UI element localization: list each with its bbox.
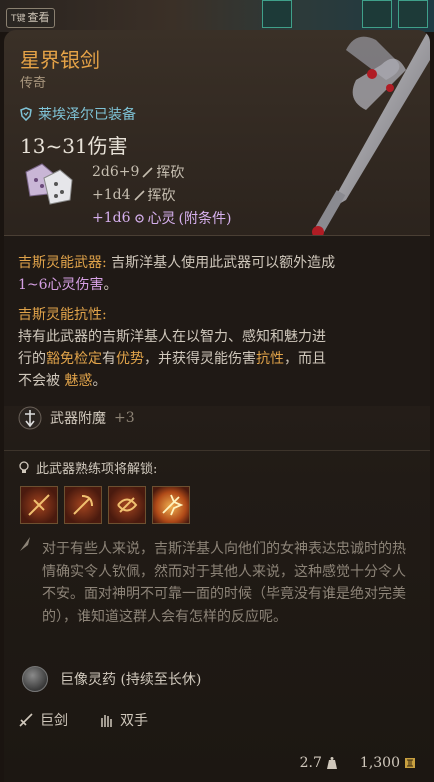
- weapon-properties: 巨剑 双手: [18, 710, 148, 730]
- passive-psionic-resistance: 吉斯灵能抗性: 持有此武器的吉斯洋基人在以智力、感知和魅力进 行的豁免检定有优势…: [18, 307, 326, 389]
- two-handed-icon: [101, 715, 112, 727]
- weapon-action-slot[interactable]: [108, 486, 146, 524]
- weapon-action-icon: [162, 494, 184, 516]
- damage-row-psychic: +1d6 心灵 (附条件): [92, 210, 232, 227]
- weapon-action-icon: [73, 495, 93, 515]
- item-rarity: 传奇: [20, 76, 47, 91]
- item-name: 星界银剑: [20, 48, 100, 72]
- weapon-enchantment: 武器附魔 +3: [18, 406, 135, 430]
- weight-icon: [326, 757, 337, 769]
- hud-slot[interactable]: [362, 0, 392, 28]
- lightbulb-icon: [19, 460, 29, 473]
- damage-row: 2d6+9 挥砍: [92, 164, 185, 181]
- item-footer: 2.7 1,300: [300, 755, 416, 771]
- item-value: 1,300: [359, 755, 400, 771]
- greatsword-icon: [19, 713, 33, 727]
- damage-row: +1d4 挥砍: [92, 187, 176, 204]
- weapon-action-slot[interactable]: [152, 486, 190, 524]
- weapon-action-slot[interactable]: [64, 486, 102, 524]
- weapon-type: 巨剑: [40, 713, 68, 729]
- slashing-icon: [133, 189, 145, 201]
- item-lore: 对于有些人来说，吉斯洋基人向他们的女神表达忠诚时的热情确实令人钦佩，然而对于其他…: [42, 541, 406, 625]
- applied-potion: 巨像灵药 (持续至长休): [22, 666, 201, 692]
- item-weight: 2.7: [299, 755, 322, 771]
- dice-icon: [25, 163, 73, 205]
- gold-coin-icon: [405, 758, 415, 768]
- weapon-action-icon: [117, 497, 138, 513]
- weapon-action-list: [20, 486, 190, 524]
- handedness: 双手: [120, 713, 148, 729]
- equipped-indicator: 莱埃泽尔已装备: [20, 104, 136, 124]
- enchantment-icon: [18, 406, 42, 430]
- hud-slot[interactable]: [398, 0, 428, 28]
- weapon-action-icon: [28, 494, 50, 516]
- lore-quill-icon: [20, 537, 30, 551]
- damage-total: 13~31伤害: [20, 134, 128, 158]
- astral-silver-sword-icon: [312, 30, 430, 238]
- weapon-action-slot[interactable]: [20, 486, 58, 524]
- hud-slot[interactable]: [262, 0, 292, 28]
- equipped-shield-icon: [20, 107, 32, 121]
- potion-orb-icon: [22, 666, 48, 692]
- psychic-icon: [134, 213, 144, 223]
- divider: [4, 450, 430, 451]
- item-tooltip: 星界银剑 传奇 莱埃泽尔已装备 13~31伤害 2d6+9 挥砍 +1d4 挥砍…: [4, 30, 430, 782]
- game-hud-strip: T键 查看: [0, 0, 434, 32]
- proficiency-unlock-label: 此武器熟练项将解锁:: [18, 458, 157, 477]
- slashing-icon: [142, 166, 153, 178]
- passive-psionic-weapon: 吉斯灵能武器: 吉斯洋基人使用此武器可以额外造成 1~6心灵伤害。: [18, 255, 336, 293]
- inspect-hotkey[interactable]: T键 查看: [6, 8, 55, 28]
